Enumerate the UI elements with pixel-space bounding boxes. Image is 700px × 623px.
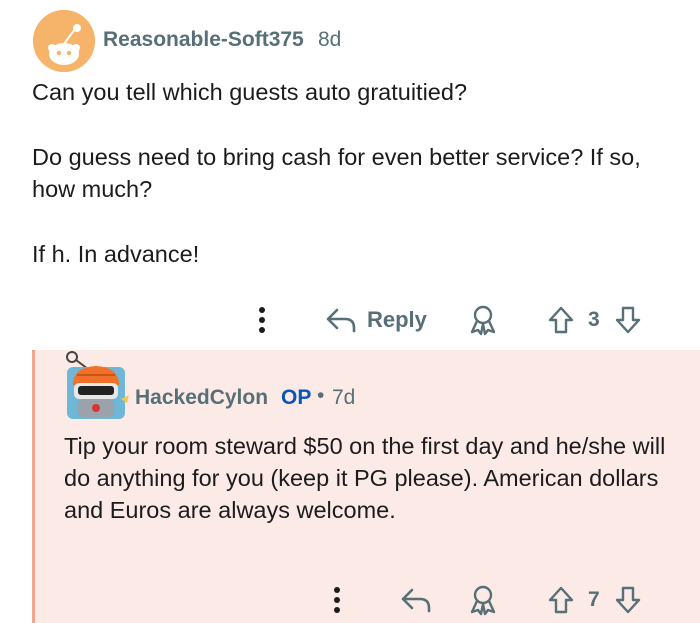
comment-body: Can you tell which guests auto gratuitie… [32, 76, 682, 270]
downvote-icon [615, 586, 641, 614]
award-button[interactable] [468, 580, 498, 620]
reply-author[interactable]: HackedCylon [135, 386, 268, 410]
comment-actions: Reply 3 [0, 300, 700, 340]
vote-count: 7 [588, 588, 600, 611]
award-icon [470, 585, 496, 616]
award-button[interactable] [468, 300, 498, 340]
snoo-avatar-icon [66, 351, 129, 419]
comment-author[interactable]: Reasonable-Soft375 [103, 28, 304, 52]
upvote-button[interactable] [547, 300, 575, 340]
comment-paragraph: If h. In advance! [32, 241, 200, 267]
reply-button[interactable] [400, 580, 432, 620]
op-badge: OP [281, 386, 312, 409]
avatar[interactable] [33, 10, 95, 72]
more-icon [259, 307, 265, 333]
downvote-button[interactable] [614, 580, 642, 620]
comment-age: 8d [318, 28, 342, 51]
upvote-button[interactable] [547, 580, 575, 620]
award-icon [470, 305, 496, 336]
reply-body: Tip your room steward $50 on the first d… [64, 433, 666, 523]
comment-paragraph: Do guess need to bring cash for even bet… [32, 144, 641, 202]
reply-button[interactable]: Reply [325, 300, 427, 340]
downvote-icon [615, 306, 641, 334]
reply-arrow-icon [401, 588, 431, 613]
comment-paragraph: Can you tell which guests auto gratuitie… [32, 79, 468, 105]
upvote-icon [548, 586, 574, 614]
vote-count: 3 [588, 308, 600, 331]
downvote-button[interactable] [614, 300, 642, 340]
reply-age: 7d [332, 386, 356, 409]
more-icon [334, 587, 340, 613]
more-options-button[interactable] [327, 580, 347, 620]
snoo-avatar-icon [33, 10, 95, 72]
reply-actions: 7 [0, 580, 700, 620]
reply-arrow-icon [326, 308, 356, 333]
more-options-button[interactable] [252, 300, 272, 340]
upvote-icon [548, 306, 574, 334]
avatar[interactable] [63, 347, 133, 427]
separator-dot: • [317, 384, 325, 407]
reply-label: Reply [367, 307, 427, 332]
